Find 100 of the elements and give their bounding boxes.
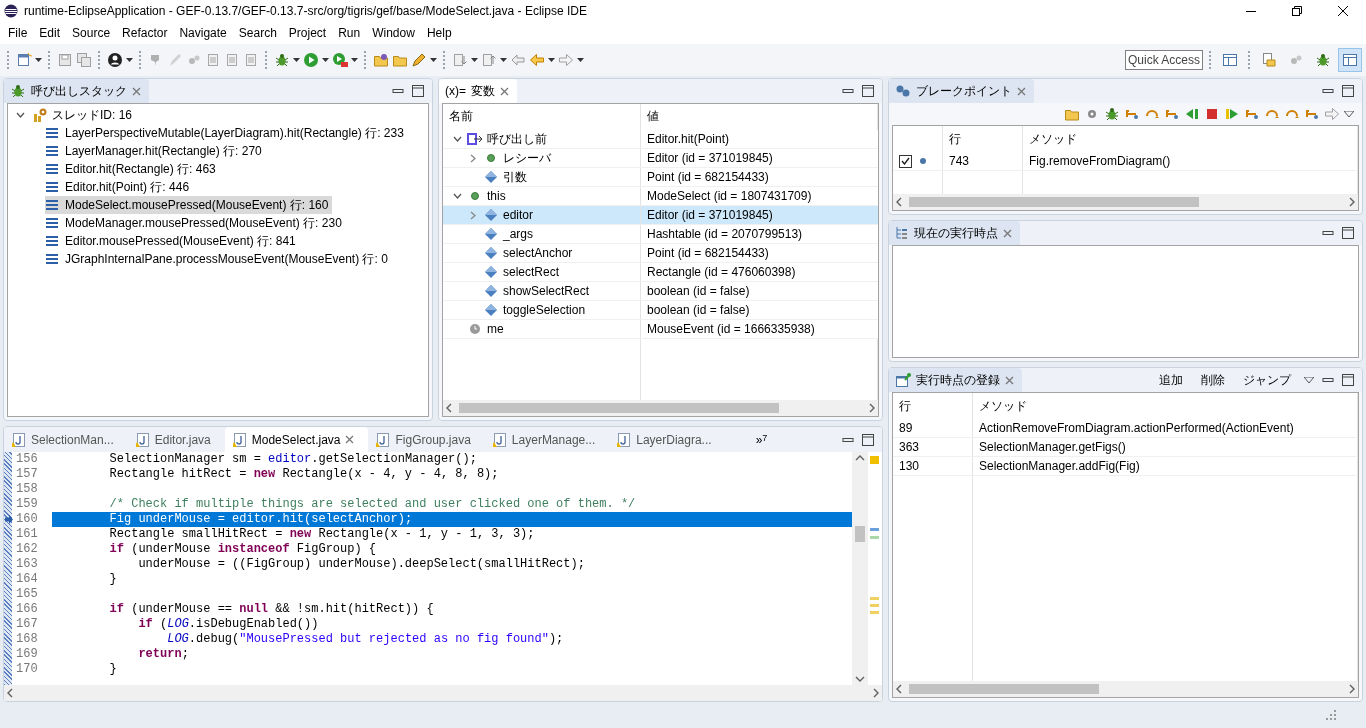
- close-icon[interactable]: [1017, 86, 1026, 96]
- caret-icon[interactable]: [500, 58, 507, 62]
- occurrence-marker[interactable]: [870, 536, 879, 539]
- stack-frame[interactable]: ModeSelect.mousePressed(MouseEvent) 行: 160: [45, 196, 333, 214]
- column-header[interactable]: 行: [943, 126, 1023, 152]
- caret-icon[interactable]: [548, 58, 555, 62]
- caret-icon[interactable]: [430, 58, 437, 62]
- toolbar-action[interactable]: 追加: [1154, 371, 1188, 389]
- toolbar-action[interactable]: 削除: [1196, 371, 1230, 389]
- caret-icon[interactable]: [35, 58, 42, 62]
- variable-row[interactable]: レシーバ Editor (id = 371019845): [443, 149, 878, 168]
- maximize-icon[interactable]: [1342, 85, 1354, 97]
- toolbar-action[interactable]: ジャンプ: [1238, 371, 1296, 389]
- stack-frame[interactable]: Editor.hit(Point) 行: 446: [45, 178, 194, 196]
- column-header[interactable]: 行: [893, 393, 973, 419]
- view-menu-icon[interactable]: [1344, 111, 1354, 117]
- close-icon[interactable]: [1003, 228, 1012, 238]
- new-file-icon[interactable]: [16, 52, 32, 68]
- stack-frame[interactable]: Editor.hit(Rectangle) 行: 463: [45, 160, 220, 178]
- column-header[interactable]: メソッド: [973, 393, 1358, 419]
- folder-icon[interactable]: [373, 52, 389, 68]
- caret-icon[interactable]: [351, 58, 358, 62]
- stack-frame[interactable]: LayerManager.hit(Rectangle) 行: 270: [45, 142, 266, 160]
- variable-row[interactable]: 呼び出し前 Editor.hit(Point): [443, 130, 878, 149]
- menu-item[interactable]: Navigate: [173, 26, 233, 40]
- editor-tab[interactable]: LayerManage...: [484, 427, 610, 452]
- checkbox[interactable]: [899, 154, 912, 168]
- pencil-icon[interactable]: [411, 52, 427, 68]
- warning-marker[interactable]: [870, 456, 879, 464]
- caret-icon[interactable]: [577, 58, 584, 62]
- menu-item[interactable]: Project: [282, 26, 333, 40]
- variable-row[interactable]: 引数 Point (id = 682154433): [443, 168, 878, 187]
- column-header[interactable]: 名前: [443, 104, 641, 130]
- menu-item[interactable]: Help: [420, 26, 458, 40]
- variable-row[interactable]: selectAnchor Point (id = 682154433): [443, 244, 878, 263]
- person-icon[interactable]: [107, 52, 123, 68]
- occurrence-marker[interactable]: [870, 528, 879, 531]
- column-header[interactable]: メソッド: [1023, 126, 1358, 152]
- view-tab[interactable]: (x)= 変数: [439, 79, 517, 103]
- stop-icon[interactable]: [1204, 106, 1220, 122]
- caret-icon[interactable]: [293, 58, 300, 62]
- menu-item[interactable]: Refactor: [116, 26, 174, 40]
- column-header[interactable]: 値: [641, 104, 878, 130]
- perspective-button[interactable]: [1338, 48, 1362, 72]
- scroll-thumb[interactable]: [855, 526, 865, 542]
- stack-frame[interactable]: LayerPerspectiveMutable(LayerDiagram).hit(Rectangle) 行: 233: [45, 124, 408, 142]
- horizontal-scrollbar[interactable]: [443, 400, 878, 416]
- quick-access-field[interactable]: Quick Access: [1125, 50, 1203, 70]
- warning-marker[interactable]: [870, 604, 879, 607]
- close-icon[interactable]: [1005, 375, 1014, 385]
- caret-icon[interactable]: [322, 58, 329, 62]
- view-tab[interactable]: 現在の実行時点: [889, 221, 1020, 245]
- editor-tab[interactable]: FigGroup.java: [368, 427, 485, 452]
- menu-item[interactable]: Source: [66, 26, 117, 40]
- bug-icon[interactable]: [1104, 106, 1120, 122]
- menu-item[interactable]: Edit: [33, 26, 67, 40]
- menu-item[interactable]: Search: [232, 26, 283, 40]
- variable-row[interactable]: toggleSelection boolean (id = false): [443, 301, 878, 320]
- maximize-icon[interactable]: [862, 433, 874, 446]
- close-icon[interactable]: [500, 86, 509, 96]
- chevron-down-icon[interactable]: [452, 136, 462, 142]
- chevron-down-icon[interactable]: [452, 193, 462, 199]
- save-all-icon[interactable]: [76, 52, 92, 68]
- view-tab[interactable]: 実行時点の登録: [889, 368, 1022, 392]
- caret-icon[interactable]: [126, 58, 133, 62]
- close-icon[interactable]: [132, 86, 141, 96]
- stack-frame[interactable]: Editor.mousePressed(MouseEvent) 行: 841: [45, 232, 300, 250]
- horizontal-scrollbar[interactable]: [893, 681, 1358, 697]
- variable-row[interactable]: showSelectRect boolean (id = false): [443, 282, 878, 301]
- horizontal-scrollbar[interactable]: [4, 685, 882, 701]
- scroll-thumb[interactable]: [909, 197, 1199, 207]
- close-icon[interactable]: [345, 435, 355, 444]
- chevron-down-icon[interactable]: [16, 112, 25, 118]
- bug-icon[interactable]: [274, 52, 290, 68]
- document-icon[interactable]: [243, 52, 259, 68]
- maximize-icon[interactable]: [412, 85, 424, 97]
- warning-marker[interactable]: [870, 611, 879, 614]
- variable-row[interactable]: _args Hashtable (id = 2070799513): [443, 225, 878, 244]
- chevron-right-icon[interactable]: [470, 210, 476, 220]
- variable-row[interactable]: selectRect Rectangle (id = 476060398): [443, 263, 878, 282]
- step-back-icon[interactable]: [1184, 106, 1200, 122]
- editor-tab[interactable]: Editor.java: [127, 427, 225, 452]
- vertical-scrollbar[interactable]: [852, 452, 868, 685]
- thread-item[interactable]: スレッドID: 16: [8, 106, 428, 124]
- view-menu-icon[interactable]: [1304, 377, 1314, 383]
- variable-row[interactable]: me MouseEvent (id = 1666335938): [443, 320, 878, 339]
- caret-icon[interactable]: [471, 58, 478, 62]
- variable-row[interactable]: editor Editor (id = 371019845): [443, 206, 878, 225]
- maximize-icon[interactable]: [862, 85, 874, 97]
- save-icon[interactable]: [57, 52, 73, 68]
- stack-frame[interactable]: JGraphInternalPane.processMouseEvent(MouseEvent) 行: 0: [45, 250, 392, 268]
- view-tab[interactable]: ブレークポイント: [889, 79, 1034, 103]
- horizontal-scrollbar[interactable]: [893, 194, 1358, 210]
- scroll-thumb[interactable]: [909, 684, 1099, 694]
- view-tab[interactable]: 呼び出しスタック: [4, 79, 149, 103]
- document-icon[interactable]: [224, 52, 240, 68]
- menu-item[interactable]: Window: [366, 26, 421, 40]
- maximize-icon[interactable]: [1342, 227, 1354, 239]
- resume-icon[interactable]: [1224, 106, 1240, 122]
- scroll-thumb[interactable]: [459, 403, 779, 413]
